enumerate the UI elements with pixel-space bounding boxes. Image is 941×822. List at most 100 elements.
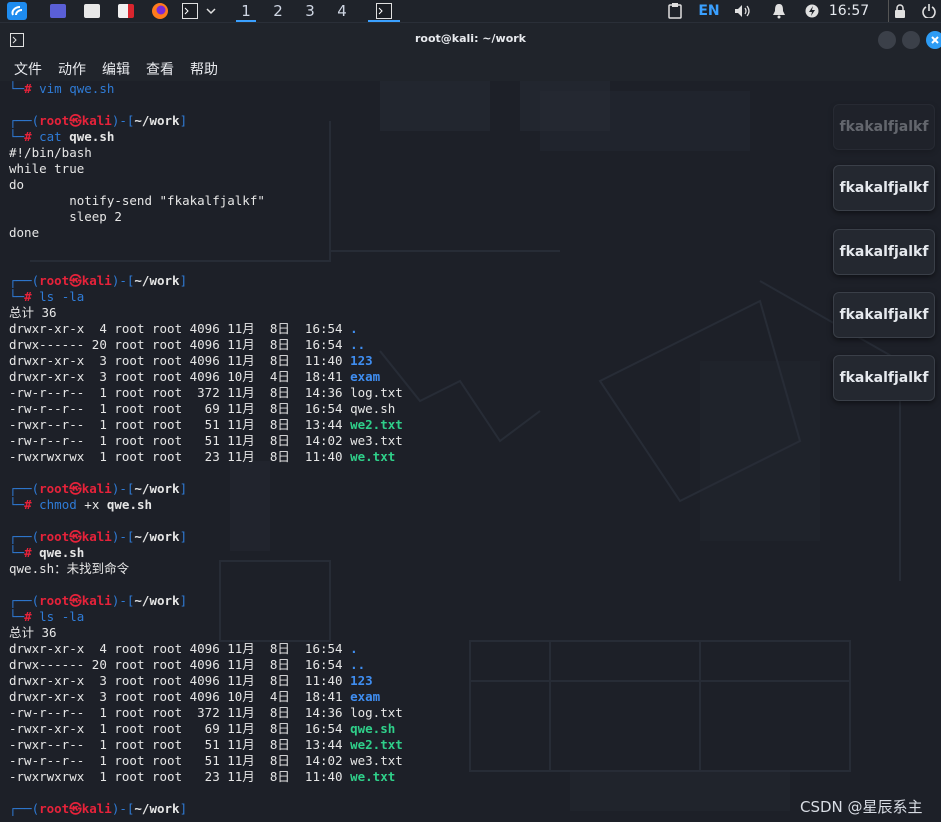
permissions: -rw-r--r-- [9,705,85,720]
watermark: CSDN @星辰系主 [800,798,923,816]
firefox-icon[interactable] [148,0,172,22]
prompt-decoration: )-[ [111,113,135,128]
clipboard-icon[interactable] [664,0,686,22]
permissions: drwx------ [9,337,85,352]
permissions: -rw-r--r-- [9,753,85,768]
output-line: do [9,177,25,192]
ls-entry: -rw-r--r-- 1 root root 51 11月 8日 14:02 w… [9,433,403,449]
ls-entry: drwxr-xr-x 3 root root 4096 11月 8日 11:40… [9,673,403,689]
file-name: log.txt [350,705,403,720]
ls-entry: -rwxr--r-- 1 root root 51 11月 8日 13:44 w… [9,417,403,433]
prompt-user-host: root㉿kali [39,593,112,608]
terminal-launcher-icon[interactable] [180,0,200,22]
prompt-cwd: ~/work [134,593,180,608]
terminal-icon [376,3,392,19]
permissions: drwxr-xr-x [9,689,85,704]
notification-popup[interactable]: fkakalfjalkf [833,229,935,275]
command-argument: qwe.sh [39,545,85,560]
workspace-2[interactable]: 2 [262,0,294,22]
kali-menu-icon[interactable] [4,0,30,22]
prompt-hash: # [24,81,40,96]
menu-bar: 文件 动作 编辑 查看 帮助 [0,55,941,81]
notifications-bell-icon[interactable] [768,0,790,22]
permissions: -rwxrwxrwx [9,449,85,464]
ls-entry: -rw-r--r-- 1 root root 69 11月 8日 16:54 q… [9,401,403,417]
keyboard-layout-indicator[interactable]: EN [694,0,724,22]
prompt-decoration: └─ [9,497,25,512]
notification-popup[interactable]: fkakalfjalkf [833,104,935,150]
ls-entry: -rw-r--r-- 1 root root 372 11月 8日 14:36 … [9,705,403,721]
ls-entry: drwxr-xr-x 3 root root 4096 10月 4日 18:41… [9,369,403,385]
file-meta: 1 root root 372 11月 8日 14:36 [84,705,351,720]
prompt-hash: # [24,129,40,144]
window-titlebar[interactable]: root@kali: ~/work [0,23,941,55]
command-option: +x [76,497,107,512]
terminal-lines: └─# vim qwe.sh ┌──(root㉿kali)-[~/work] └─#… [9,81,403,817]
file-name: exam [350,369,381,384]
menu-action[interactable]: 动作 [58,59,86,79]
prompt-hash: # [24,289,40,304]
file-meta: 20 root root 4096 11月 8日 16:54 [84,657,351,672]
lock-icon[interactable] [888,0,911,22]
permissions: -rwxr-xr-x [9,721,85,736]
permissions: drwxr-xr-x [9,321,85,336]
terminal-output[interactable]: └─# vim qwe.sh ┌──(root㉿kali)-[~/work] └─#… [0,81,941,822]
prompt-cwd: ~/work [134,113,180,128]
output-line: 总计 36 [9,625,57,640]
prompt-decoration: └─ [9,129,25,144]
chevron-down-icon[interactable] [203,0,219,22]
file-meta: 20 root root 4096 11月 8日 16:54 [84,337,351,352]
permissions: drwx------ [9,657,85,672]
volume-icon[interactable] [732,0,754,22]
file-meta: 3 root root 4096 10月 4日 18:41 [84,369,351,384]
workspace-3[interactable]: 3 [294,0,326,22]
file-meta: 1 root root 51 11月 8日 14:02 [84,433,351,448]
file-name: qwe.sh [350,721,396,736]
prompt-line: ┌──(root㉿kali)-[~/work] [9,529,403,545]
top-panel: 1 2 3 4 EN 16:57 [0,0,941,23]
workspace-4[interactable]: 4 [326,0,358,22]
taskbar-terminal-button[interactable] [366,0,402,22]
ls-entry: -rwxrwxrwx 1 root root 23 11月 8日 11:40 w… [9,769,403,785]
file-meta: 4 root root 4096 11月 8日 16:54 [84,321,351,336]
menu-file[interactable]: 文件 [14,59,42,79]
command-name: cat [39,129,62,144]
minimize-button[interactable] [878,31,896,49]
prompt-decoration: └─ [9,609,25,624]
permissions: drwxr-xr-x [9,369,85,384]
show-desktop-icon[interactable] [46,0,70,22]
close-button[interactable] [926,31,941,49]
prompt-cwd: ~/work [134,529,180,544]
clock[interactable]: 16:57 [826,0,872,22]
prompt-hash: # [24,609,40,624]
command-name: chmod [39,497,77,512]
notification-popup[interactable]: fkakalfjalkf [833,292,935,338]
menu-view[interactable]: 查看 [146,59,174,79]
maximize-button[interactable] [902,31,920,49]
prompt-line: ┌──(root㉿kali)-[~/work] [9,801,403,817]
file-meta: 1 root root 23 11月 8日 11:40 [84,449,351,464]
power-manager-icon[interactable] [802,0,822,22]
notification-popup[interactable]: fkakalfjalkf [833,165,935,211]
menu-edit[interactable]: 编辑 [102,59,130,79]
prompt-decoration: )-[ [111,529,135,544]
text-editor-icon[interactable] [114,0,138,22]
logout-icon[interactable] [918,0,940,22]
ls-entry: drwx------ 20 root root 4096 11月 8日 16:5… [9,657,403,673]
notification-popup[interactable]: fkakalfjalkf [833,355,935,401]
file-manager-icon[interactable] [80,0,104,22]
workspace-1[interactable]: 1 [230,0,262,22]
menu-help[interactable]: 帮助 [190,59,218,79]
prompt-user-host: root㉿kali [39,801,112,816]
output-line: 总计 36 [9,305,57,320]
prompt-hash: # [24,497,40,512]
permissions: drwxr-xr-x [9,353,85,368]
prompt-decoration: )-[ [111,481,135,496]
command-line: └─# ls -la [9,609,403,625]
prompt-line: ┌──(root㉿kali)-[~/work] [9,481,403,497]
file-name: . [350,321,358,336]
file-meta: 1 root root 372 11月 8日 14:36 [84,385,351,400]
